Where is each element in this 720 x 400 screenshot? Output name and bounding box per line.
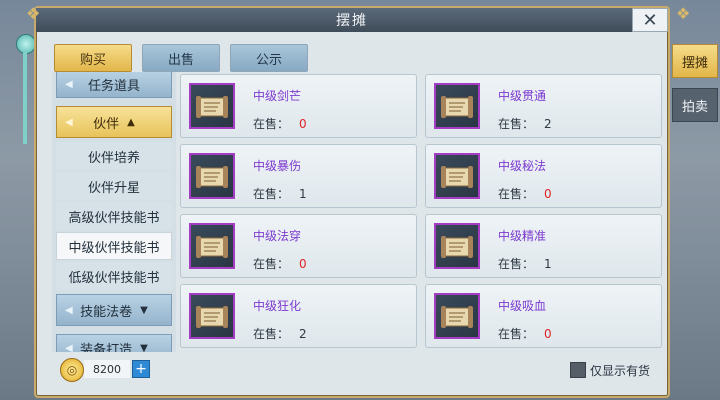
triangle-left-icon: ◀: [65, 78, 73, 90]
corner-ornament-left-icon: ❖: [26, 4, 41, 23]
triangle-up-icon: ▲: [127, 116, 135, 128]
item-card[interactable]: 中级贯通在售： 2: [425, 74, 662, 138]
scroll-icon: [189, 293, 235, 339]
item-card[interactable]: 中级法穿在售： 0: [180, 214, 417, 278]
tab-announce[interactable]: 公示: [230, 44, 308, 72]
scroll-icon: [189, 223, 235, 269]
triangle-left-icon: ◀: [65, 342, 73, 353]
sidebar-item-mid-skillbook[interactable]: 中级伙伴技能书: [56, 232, 172, 260]
item-name: 中级法穿: [253, 229, 302, 243]
scroll-icon: [434, 293, 480, 339]
scroll-icon: [189, 153, 235, 199]
currency-amount: 8200: [84, 360, 130, 378]
sidebar-item-adv-skillbook[interactable]: 高级伙伴技能书: [56, 202, 172, 230]
triangle-left-icon: ◀: [65, 116, 73, 128]
jade-orb-icon: [16, 34, 36, 54]
scroll-icon: [434, 83, 480, 129]
on-sale-label: 在售：: [253, 257, 290, 271]
triangle-left-icon: ◀: [65, 304, 73, 316]
item-stock: 在售： 2: [498, 115, 552, 132]
jade-tassel: [23, 52, 27, 144]
scroll-icon: [434, 223, 480, 269]
item-stock: 在售： 2: [253, 325, 307, 342]
scroll-icon: [434, 153, 480, 199]
corner-ornament-right-icon: ❖: [676, 4, 691, 23]
on-sale-label: 在售：: [498, 117, 535, 131]
side-tab-auction[interactable]: 拍卖: [672, 88, 718, 122]
scroll-icon: [189, 83, 235, 129]
item-card[interactable]: 中级精准在售： 1: [425, 214, 662, 278]
item-grid: 中级剑芒 在售： 0 中级贯通 在售： 2 中级暴伤 在售： 1 中级秘法 在售： 0 中级法穿 在售： 0…: [178, 72, 664, 348]
triangle-down-icon: ▼: [140, 304, 148, 316]
item-name: 中级剑芒: [253, 89, 302, 103]
add-currency-button[interactable]: +: [132, 360, 150, 378]
close-button[interactable]: ✕: [632, 8, 668, 32]
item-stock: 在售： 0: [498, 185, 552, 202]
window-title: 摆摊: [336, 13, 368, 29]
tab-buy[interactable]: 购买: [54, 44, 132, 72]
item-card[interactable]: 中级秘法在售： 0: [425, 144, 662, 208]
stock-count: 0: [544, 187, 552, 201]
sidebar-item-skill-scroll[interactable]: ◀ 技能法卷 ▼: [56, 294, 172, 326]
triangle-down-icon: ▼: [140, 342, 148, 353]
stock-count: 1: [299, 187, 307, 201]
on-sale-label: 在售：: [253, 327, 290, 341]
sidebar-item-partner-train[interactable]: 伙伴培养: [56, 142, 172, 170]
item-name: 中级秘法: [498, 159, 547, 173]
gold-coin-icon: ◎: [60, 358, 84, 382]
category-sidebar[interactable]: ◀ 任务道具 ◀ 伙伴 ▲ 伙伴培养 伙伴升星 高级伙伴技能书 中级伙伴技能书 …: [52, 72, 176, 352]
sidebar-item-low-skillbook[interactable]: 低级伙伴技能书: [56, 262, 172, 290]
only-in-stock-label: 仅显示有货: [590, 364, 651, 378]
item-name: 中级吸血: [498, 299, 547, 313]
sidebar-item-partner[interactable]: ◀ 伙伴 ▲: [56, 106, 172, 138]
item-stock: 在售： 0: [253, 255, 307, 272]
sidebar-item-equip-forge[interactable]: ◀ 装备打造 ▼: [56, 334, 172, 352]
stock-count: 0: [299, 117, 307, 131]
item-name: 中级精准: [498, 229, 547, 243]
item-stock: 在售： 0: [253, 115, 307, 132]
stock-count: 1: [544, 257, 552, 271]
stock-count: 0: [544, 327, 552, 341]
item-name: 中级暴伤: [253, 159, 302, 173]
on-sale-label: 在售：: [253, 187, 290, 201]
stock-count: 2: [544, 117, 552, 131]
on-sale-label: 在售：: [498, 187, 535, 201]
item-card[interactable]: 中级暴伤在售： 1: [180, 144, 417, 208]
only-in-stock-checkbox[interactable]: [570, 362, 586, 378]
title-bar: 摆摊: [36, 8, 668, 32]
stock-count: 0: [299, 257, 307, 271]
item-stock: 在售： 1: [498, 255, 552, 272]
item-card[interactable]: 中级剑芒在售： 0: [180, 74, 417, 138]
on-sale-label: 在售：: [498, 257, 535, 271]
on-sale-label: 在售：: [498, 327, 535, 341]
item-card[interactable]: 中级狂化在售： 2: [180, 284, 417, 348]
side-tab-stall[interactable]: 摆摊: [672, 44, 718, 78]
item-stock: 在售： 0: [498, 325, 552, 342]
sidebar-item-quest-items[interactable]: ◀ 任务道具: [56, 72, 172, 98]
item-name: 中级贯通: [498, 89, 547, 103]
item-stock: 在售： 1: [253, 185, 307, 202]
item-name: 中级狂化: [253, 299, 302, 313]
on-sale-label: 在售：: [253, 117, 290, 131]
item-card[interactable]: 中级吸血在售： 0: [425, 284, 662, 348]
sidebar-item-partner-star[interactable]: 伙伴升星: [56, 172, 172, 200]
tab-sell[interactable]: 出售: [142, 44, 220, 72]
jade-ornament: [14, 34, 36, 144]
close-icon: ✕: [642, 9, 658, 31]
stock-count: 2: [299, 327, 307, 341]
